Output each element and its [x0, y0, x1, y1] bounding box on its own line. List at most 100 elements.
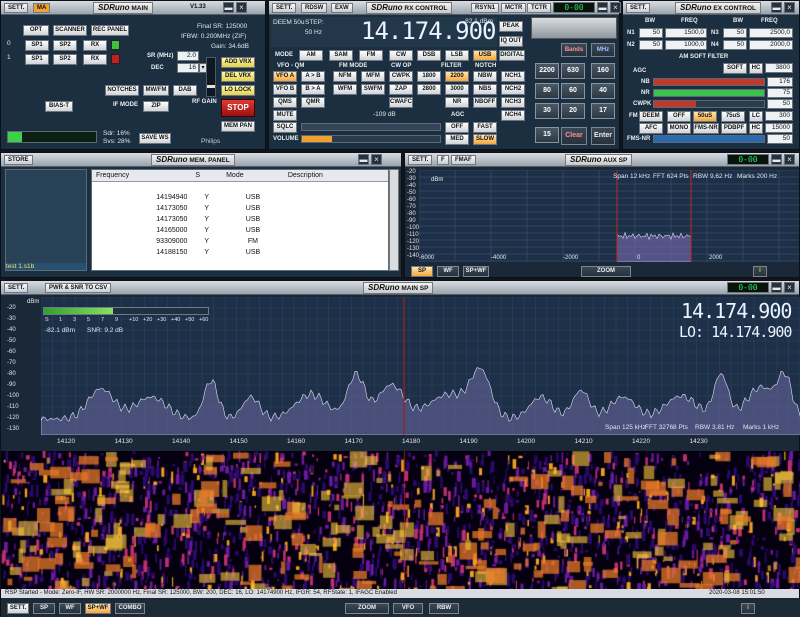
- mainsp-info-button[interactable]: i: [741, 603, 755, 614]
- cwpk-input[interactable]: 50: [767, 99, 793, 109]
- cwafc-button[interactable]: CWAFC: [389, 97, 413, 108]
- soft-button[interactable]: SOFT: [723, 63, 747, 74]
- hc-input[interactable]: 3800: [765, 63, 793, 73]
- fmaf-button[interactable]: FMAF: [451, 155, 476, 165]
- mainsp-vfo-button[interactable]: VFO: [393, 603, 423, 614]
- lc-button[interactable]: LC: [749, 111, 763, 122]
- nch3-button[interactable]: NCH3: [501, 97, 525, 108]
- zap-button[interactable]: ZAP: [389, 84, 413, 95]
- rx-button-1[interactable]: RX: [83, 54, 107, 65]
- minimize-icon[interactable]: ▬: [597, 2, 608, 13]
- bank-file-label[interactable]: test 1.s1b: [6, 263, 86, 270]
- nr-button[interactable]: NR: [445, 97, 469, 108]
- dab-button[interactable]: DAB: [173, 85, 197, 96]
- table-row[interactable]: [92, 181, 388, 192]
- rec-panel-button[interactable]: REC PANEL: [91, 25, 129, 36]
- filter-1800-button[interactable]: 1800: [417, 71, 441, 82]
- n1-bw-input[interactable]: 50: [639, 28, 663, 38]
- minimize-icon[interactable]: ▬: [771, 282, 782, 293]
- mode-cw-button[interactable]: CW: [389, 50, 413, 61]
- table-row[interactable]: 14188150 Y USB: [92, 247, 388, 258]
- nch4-button[interactable]: NCH4: [501, 110, 525, 121]
- mwfm-button[interactable]: MW/FM: [143, 85, 169, 96]
- minimize-icon[interactable]: ▬: [771, 154, 782, 165]
- mode-fm-button[interactable]: FM: [359, 50, 383, 61]
- mode-lsb-button[interactable]: LSB: [445, 50, 469, 61]
- aux-info-button[interactable]: i: [753, 266, 767, 277]
- table-row[interactable]: 14194940 Y USB: [92, 192, 388, 203]
- mfm-button[interactable]: MFM: [361, 71, 385, 82]
- key-30-button[interactable]: 30: [535, 103, 559, 119]
- sqlc-button[interactable]: SQLC: [273, 122, 297, 133]
- wfm-button[interactable]: WFM: [333, 84, 357, 95]
- swfm-button[interactable]: SWFM: [361, 84, 385, 95]
- tctr-button[interactable]: TCTR: [527, 3, 551, 13]
- rf-gain-slider[interactable]: [206, 57, 216, 97]
- aux-f-button[interactable]: F: [437, 155, 449, 165]
- add-vrx-button[interactable]: ADD VRX: [221, 57, 255, 68]
- mctr-button[interactable]: MCTR: [501, 3, 527, 13]
- nr-slider[interactable]: [653, 89, 765, 97]
- mainsp-spwf-button[interactable]: SP+WF: [85, 603, 111, 614]
- pdbpf-button[interactable]: PDBPF: [721, 123, 747, 134]
- close-icon[interactable]: ×: [784, 282, 795, 293]
- b-to-a-button[interactable]: B > A: [301, 84, 325, 95]
- fms-nr-button[interactable]: FMS-NR: [693, 123, 719, 134]
- rx-sett-button[interactable]: SETT.: [272, 3, 297, 13]
- cwpk-slider[interactable]: [653, 100, 765, 108]
- table-row[interactable]: 93309000 Y FM: [92, 236, 388, 247]
- squelch-slider[interactable]: [301, 123, 441, 131]
- sp2-button-0[interactable]: SP2: [53, 40, 77, 51]
- mainsp-combo-button[interactable]: COMBO: [115, 603, 145, 614]
- n1-freq-input[interactable]: 1500,0: [665, 28, 707, 38]
- afc-button[interactable]: AFC: [639, 123, 663, 134]
- table-row[interactable]: 14173050 Y USB: [92, 214, 388, 225]
- agc-off-button[interactable]: OFF: [445, 122, 469, 133]
- aux-spwf-button[interactable]: SP+WF: [463, 266, 489, 277]
- vfo-b-button[interactable]: VFO B: [273, 84, 297, 95]
- fms-nr-input[interactable]: 50: [767, 134, 793, 144]
- save-ws-button[interactable]: SAVE WS: [139, 133, 171, 144]
- sp2-button-1[interactable]: SP2: [53, 54, 77, 65]
- qmr-button[interactable]: QMR: [301, 97, 325, 108]
- volume-slider[interactable]: [301, 135, 441, 143]
- nb-input[interactable]: 176: [767, 77, 793, 87]
- hc2-button[interactable]: HC: [749, 123, 763, 134]
- mode-am-button[interactable]: AM: [299, 50, 323, 61]
- nch2-button[interactable]: NCH2: [501, 84, 525, 95]
- aux-spectrum[interactable]: [419, 170, 799, 262]
- table-row[interactable]: 14173050 Y USB: [92, 203, 388, 214]
- key-80-button[interactable]: 80: [535, 83, 559, 99]
- filter-2200-button[interactable]: 2200: [445, 71, 469, 82]
- step-value[interactable]: 50 Hz: [305, 29, 322, 36]
- aux-wf-button[interactable]: WF: [437, 266, 459, 277]
- column-header[interactable]: S: [191, 170, 223, 182]
- peak-button[interactable]: PEAK: [499, 21, 523, 32]
- ex-sett-button[interactable]: SETT.: [626, 3, 651, 13]
- n4-bw-input[interactable]: 50: [723, 40, 747, 50]
- table-row[interactable]: 14165000 Y USB: [92, 225, 388, 236]
- scanner-button[interactable]: SCANNER: [53, 25, 87, 36]
- hc-button[interactable]: HC: [749, 63, 763, 74]
- agc-slow-button[interactable]: SLOW: [473, 134, 497, 145]
- store-button[interactable]: STORE: [4, 155, 33, 165]
- sp1-button-1[interactable]: SP1: [25, 54, 49, 65]
- agc-med-button[interactable]: MED: [445, 134, 469, 145]
- deem-75us-button[interactable]: 75uS: [721, 111, 745, 122]
- lc-input[interactable]: 300: [765, 111, 793, 121]
- waterfall[interactable]: [1, 451, 800, 589]
- bias-t-button[interactable]: BIAS-T: [45, 101, 73, 112]
- mainsp-wf-button[interactable]: WF: [59, 603, 81, 614]
- key-17-button[interactable]: 17: [591, 103, 615, 119]
- lo-lock-button[interactable]: LO LOCK: [221, 85, 255, 96]
- close-icon[interactable]: ×: [610, 2, 621, 13]
- column-header[interactable]: Description: [283, 170, 388, 182]
- zip-button[interactable]: ZIP: [143, 101, 169, 112]
- vrx-0-indicator[interactable]: [111, 40, 120, 50]
- nboff-button[interactable]: NBOFF: [473, 97, 497, 108]
- key-20-button[interactable]: 20: [561, 103, 585, 119]
- nb-slider[interactable]: [653, 78, 765, 86]
- key-630-button[interactable]: 630: [561, 63, 585, 79]
- column-header[interactable]: Mode: [222, 170, 284, 182]
- memory-scrollbar[interactable]: [389, 169, 399, 271]
